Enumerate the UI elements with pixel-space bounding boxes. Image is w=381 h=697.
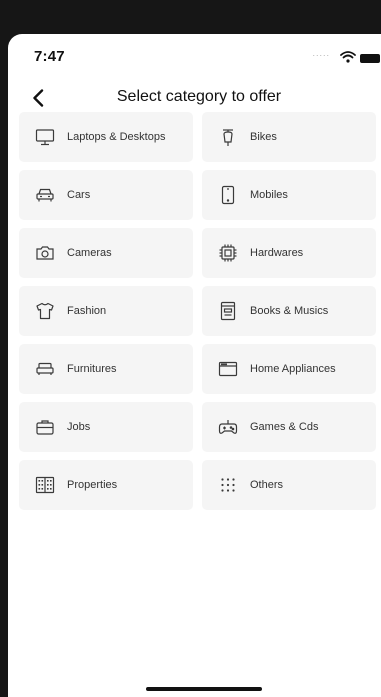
battery-icon <box>360 54 380 63</box>
chip-icon <box>218 243 238 263</box>
category-tile-cars[interactable]: Cars <box>19 170 193 220</box>
category-label: Cars <box>67 189 91 201</box>
wifi-icon <box>340 51 356 63</box>
category-label: Cameras <box>67 247 112 259</box>
category-label: Bikes <box>250 131 277 143</box>
scooter-icon <box>218 127 238 147</box>
status-time: 7:47 <box>34 48 65 65</box>
camera-icon <box>35 243 55 263</box>
mobile-phone-icon <box>218 185 238 205</box>
category-label: Properties <box>67 479 118 491</box>
dots-grid-icon <box>218 475 238 495</box>
briefcase-icon <box>35 417 55 437</box>
category-tile-cameras[interactable]: Cameras <box>19 228 193 278</box>
signal-indicator: ..... <box>312 48 330 58</box>
book-icon <box>218 301 238 321</box>
category-label: Books & Musics <box>250 305 329 317</box>
category-tile-others[interactable]: Others <box>202 460 376 510</box>
home-indicator[interactable] <box>146 687 262 691</box>
app-screen: 7:47 ..... Select category to offer Lapt… <box>8 34 381 697</box>
category-tile-books-musics[interactable]: Books & Musics <box>202 286 376 336</box>
category-label: Home Appliances <box>250 363 336 375</box>
category-tile-jobs[interactable]: Jobs <box>19 402 193 452</box>
building-icon <box>35 475 55 495</box>
category-label: Mobiles <box>250 189 288 201</box>
category-label: Hardwares <box>250 247 304 259</box>
sofa-icon <box>35 359 55 379</box>
monitor-icon <box>35 127 55 147</box>
page-title: Select category to offer <box>116 88 282 105</box>
category-tile-mobiles[interactable]: Mobiles <box>202 170 376 220</box>
status-bar: 7:47 ..... <box>8 34 381 78</box>
category-tile-bikes[interactable]: Bikes <box>202 112 376 162</box>
gamepad-icon <box>218 417 238 437</box>
category-label: Games & Cds <box>250 421 319 433</box>
category-tile-laptops-desktops[interactable]: Laptops & Desktops <box>19 112 193 162</box>
category-grid: Laptops & Desktops Bikes Cars Mobiles Ca… <box>19 112 377 510</box>
category-label: Furnitures <box>67 363 117 375</box>
appliance-icon <box>218 359 238 379</box>
category-tile-fashion[interactable]: Fashion <box>19 286 193 336</box>
device-frame: 7:47 ..... Select category to offer Lapt… <box>0 0 381 697</box>
category-label: Fashion <box>67 305 107 317</box>
category-tile-properties[interactable]: Properties <box>19 460 193 510</box>
car-icon <box>35 185 55 205</box>
category-tile-home-appliances[interactable]: Home Appliances <box>202 344 376 394</box>
category-tile-furnitures[interactable]: Furnitures <box>19 344 193 394</box>
category-label: Others <box>250 479 284 491</box>
category-label: Laptops & Desktops <box>67 131 166 143</box>
category-tile-hardwares[interactable]: Hardwares <box>202 228 376 278</box>
tshirt-icon <box>35 301 55 321</box>
category-tile-games-cds[interactable]: Games & Cds <box>202 402 376 452</box>
category-label: Jobs <box>67 421 91 433</box>
